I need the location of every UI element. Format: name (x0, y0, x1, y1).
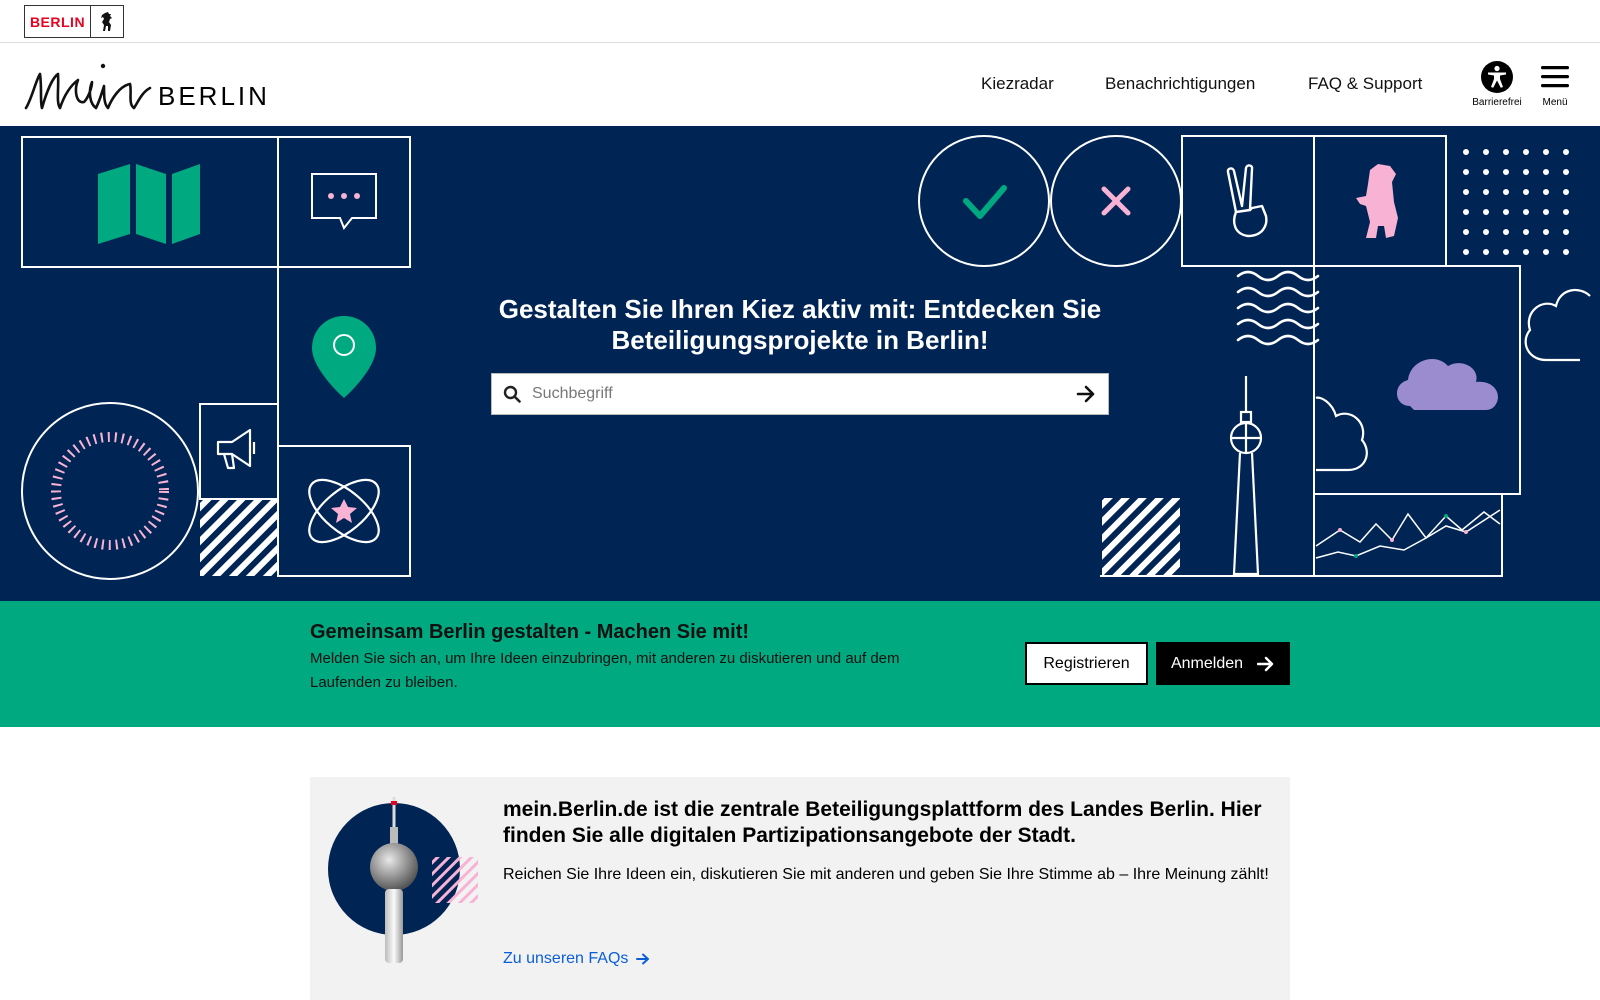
arrow-right-icon (1076, 385, 1095, 403)
check-icon (963, 185, 1007, 219)
accessibility-icon (1481, 61, 1513, 93)
login-button[interactable]: Anmelden (1156, 642, 1290, 685)
hero-illustration (21, 135, 1591, 580)
faq-link[interactable]: Zu unseren FAQs (503, 950, 650, 968)
atom-star-icon (308, 478, 380, 544)
search-submit-button[interactable] (1064, 374, 1108, 414)
menu-button[interactable]: Menü (1523, 60, 1587, 108)
info-description: Reichen Sie Ihre Ideen ein, diskutieren … (503, 866, 1269, 883)
info-title: mein.Berlin.de ist die zentrale Beteilig… (503, 798, 1262, 847)
berlin-bear-pink-icon (1356, 164, 1398, 238)
register-label: Registrieren (1043, 654, 1130, 672)
search-bar (491, 373, 1109, 415)
hatch-block-left (200, 499, 278, 576)
site-header: BERLIN Kiezradar Benachrichtigungen FAQ … (0, 44, 1600, 126)
dashed-ring-icon (51, 432, 169, 550)
hero-section: Gestalten Sie Ihren Kiez aktiv mit: Entd… (0, 126, 1600, 601)
chat-bubble-icon (311, 173, 377, 230)
arrow-right-icon (636, 953, 650, 965)
nav-kiezradar[interactable]: Kiezradar (981, 74, 1054, 94)
berlin-bear-icon (91, 6, 123, 37)
tv-tower-icon (1229, 376, 1263, 576)
logo-berlin-word: BERLIN (158, 81, 270, 111)
accessibility-label: Barrierefrei (1472, 97, 1522, 108)
berlin-badge-text: BERLIN (25, 6, 91, 37)
arrow-right-icon (1257, 656, 1274, 671)
cloud-outline-small-icon (1315, 396, 1368, 472)
nav-benachrichtigungen[interactable]: Benachrichtigungen (1105, 74, 1255, 94)
nav-faq-support[interactable]: FAQ & Support (1308, 74, 1422, 94)
cta-title: Gemeinsam Berlin gestalten - Machen Sie … (310, 621, 750, 643)
accessibility-button[interactable]: Barrierefrei (1465, 60, 1529, 108)
cloud-purple-icon (1396, 358, 1498, 410)
map-icon (98, 164, 200, 244)
hamburger-menu-icon (1541, 66, 1569, 88)
menu-label: Menü (1542, 97, 1568, 108)
signup-cta-band: Gemeinsam Berlin gestalten - Machen Sie … (0, 601, 1600, 727)
berlin-topbar: BERLIN (0, 0, 1600, 43)
berlin-badge-link[interactable]: BERLIN (24, 5, 124, 38)
waves-icon (1236, 270, 1320, 346)
mein-script-logo-icon (24, 63, 152, 110)
faq-link-label: Zu unseren FAQs (503, 950, 629, 967)
search-input[interactable] (532, 385, 1064, 403)
cloud-outline-icon (1524, 288, 1591, 362)
tv-tower-photo-image (328, 797, 478, 963)
mein-berlin-logo[interactable]: BERLIN (22, 58, 270, 114)
hatch-block-right (1102, 498, 1180, 576)
cta-text: Melden Sie sich an, um Ihre Ideen einzub… (310, 650, 900, 691)
cross-icon (1101, 186, 1131, 216)
megaphone-icon (216, 428, 256, 470)
location-pin-icon (312, 316, 376, 398)
sparkline-chart-icon (1315, 509, 1501, 559)
login-label: Anmelden (1170, 654, 1244, 672)
search-icon (492, 385, 532, 403)
peace-hand-icon (1226, 164, 1268, 238)
dot-grid (1452, 136, 1582, 262)
platform-info-card: mein.Berlin.de ist die zentrale Beteilig… (310, 777, 1290, 1000)
hero-title: Gestalten Sie Ihren Kiez aktiv mit: Entd… (498, 294, 1102, 355)
register-button[interactable]: Registrieren (1025, 642, 1148, 685)
